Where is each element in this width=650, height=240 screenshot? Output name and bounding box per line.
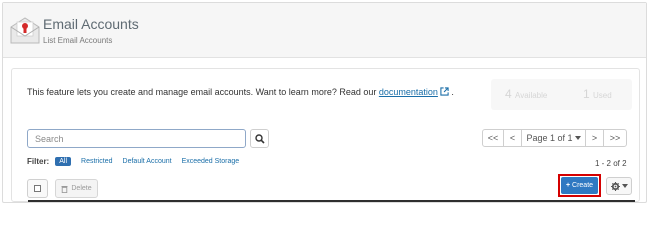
filter-restricted[interactable]: Restricted (81, 158, 113, 165)
envelope-icon (10, 17, 40, 44)
next-page-button[interactable]: > (585, 129, 604, 147)
results-count: 1 - 2 of 2 (595, 159, 627, 168)
table-divider (28, 200, 635, 202)
page-title: Email Accounts (43, 16, 139, 32)
available-count: 4 (505, 87, 512, 101)
plus-icon: + (565, 182, 571, 189)
documentation-link[interactable]: documentation (379, 87, 438, 97)
used-label: Used (593, 91, 612, 100)
delete-button[interactable]: Delete (55, 179, 98, 198)
intro-sentence: This feature lets you create and manage … (27, 87, 379, 97)
checkbox-icon (34, 185, 41, 192)
first-page-button[interactable]: << (482, 129, 504, 147)
filter-default-account[interactable]: Default Account (123, 158, 172, 165)
intro-text: This feature lets you create and manage … (27, 87, 454, 97)
external-link-icon[interactable] (440, 87, 449, 96)
intro-suffix: . (451, 87, 454, 97)
page-select[interactable]: Page 1 of 1 (521, 129, 586, 147)
filter-bar: Filter: All Restricted Default Account E… (27, 155, 249, 167)
gear-icon (610, 181, 620, 191)
page-header: Email Accounts List Email Accounts (3, 3, 646, 58)
search-input[interactable] (27, 129, 246, 148)
page-subtitle: List Email Accounts (43, 36, 113, 45)
search-button[interactable] (250, 129, 269, 148)
page-label: Page 1 of 1 (526, 133, 573, 143)
search-icon (254, 133, 265, 144)
filter-all[interactable]: All (55, 156, 72, 166)
available-label: Available (515, 91, 548, 100)
email-accounts-window: Email Accounts List Email Accounts This … (2, 2, 647, 203)
stat-available: 4 Available (505, 87, 547, 101)
account-stats: 4 Available 1 Used (491, 79, 632, 110)
caret-down-icon (574, 136, 581, 140)
settings-dropdown-button[interactable] (606, 177, 632, 195)
trash-icon (61, 185, 68, 193)
delete-label: Delete (71, 185, 92, 192)
filter-exceeded-storage[interactable]: Exceeded Storage (182, 158, 240, 165)
last-page-button[interactable]: >> (603, 129, 627, 147)
caret-down-icon (621, 184, 628, 188)
prev-page-button[interactable]: < (503, 129, 522, 147)
used-count: 1 (583, 87, 590, 101)
email-accounts-panel: This feature lets you create and manage … (11, 68, 640, 202)
create-button[interactable]: + Create (561, 177, 598, 194)
create-label: Create (572, 182, 594, 189)
stat-used: 1 Used (583, 87, 612, 101)
filter-label: Filter: (27, 156, 50, 166)
select-all-checkbox[interactable] (27, 179, 48, 198)
